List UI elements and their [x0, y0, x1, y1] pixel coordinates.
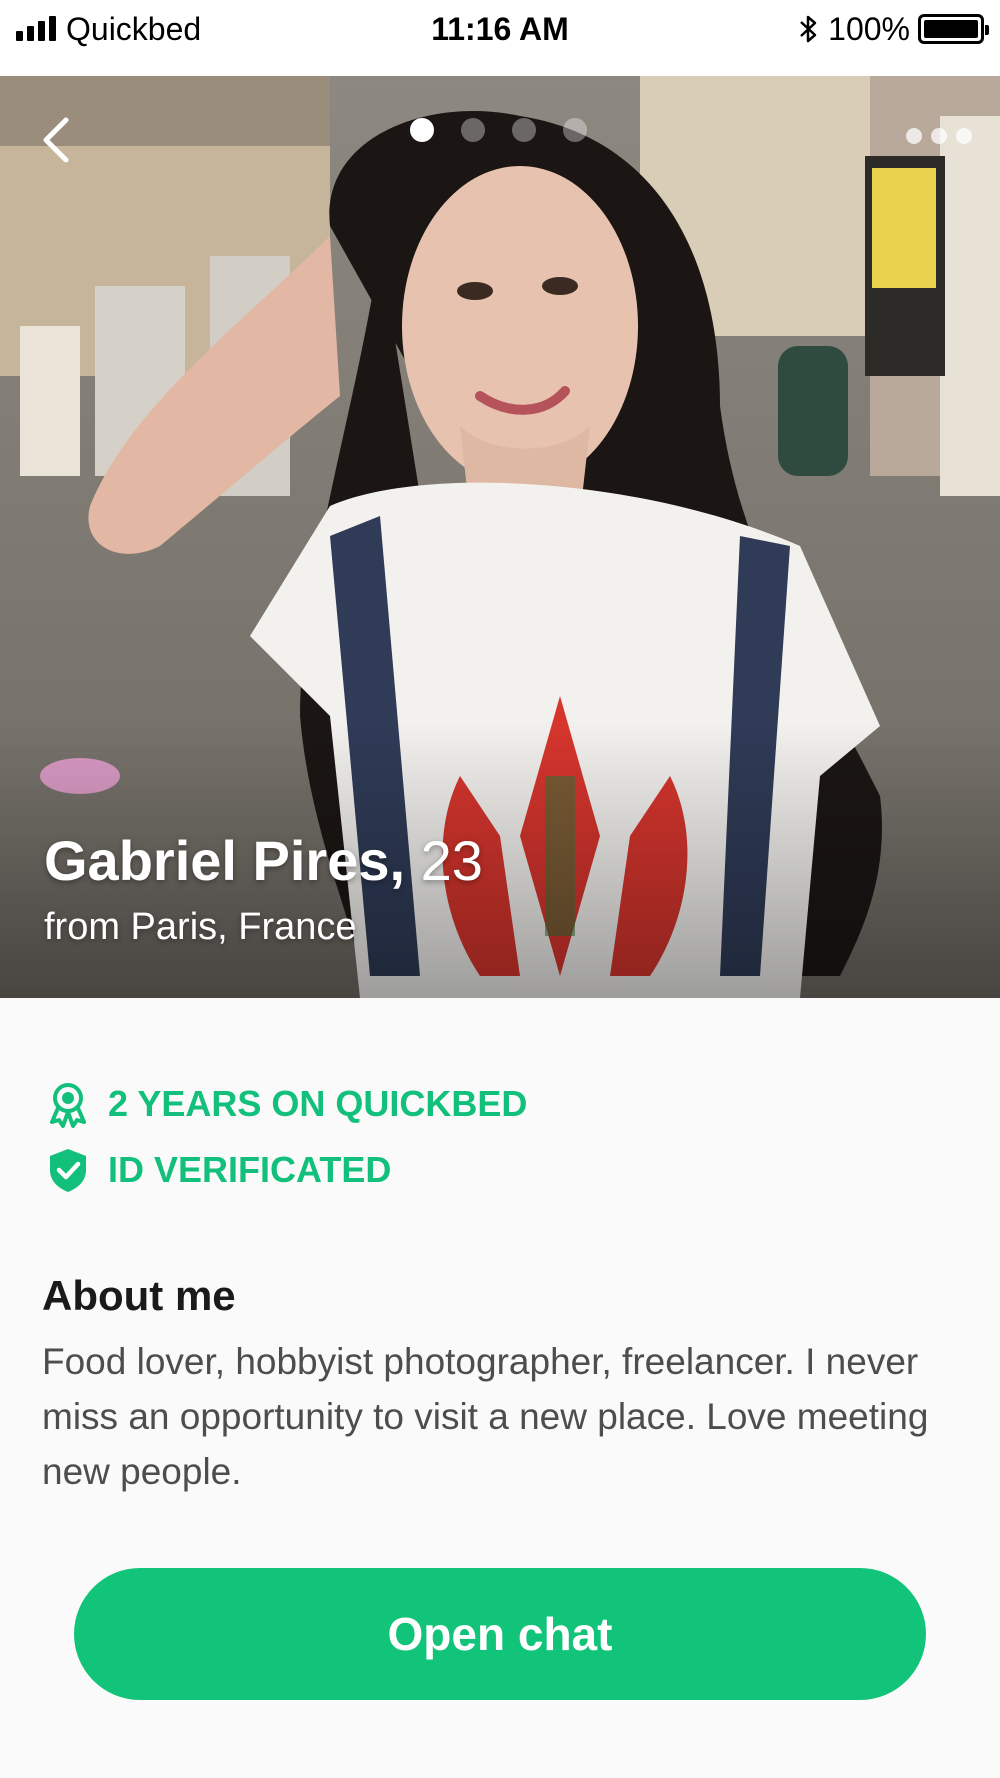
photo-dot[interactable]	[461, 118, 485, 142]
photo-page-indicator	[410, 118, 587, 142]
award-ribbon-icon	[50, 1083, 86, 1128]
photo-dot[interactable]	[512, 118, 536, 142]
badge-verified-label: ID VERIFICATED	[108, 1149, 392, 1190]
about-text: Food lover, hobbyist photographer, freel…	[42, 1341, 929, 1492]
battery-percent: 100%	[828, 10, 910, 47]
badge-verified: ID VERIFICATED	[44, 1146, 391, 1194]
photo-dot-active[interactable]	[410, 118, 434, 142]
profile-name: Gabriel Pires,	[44, 829, 406, 892]
badge-years: 2 YEARS ON QUICKBED	[44, 1080, 527, 1128]
profile-details: 2 YEARS ON QUICKBED ID VERIFICATED About…	[0, 998, 1000, 1778]
bluetooth-icon	[800, 15, 817, 43]
back-chevron-icon[interactable]	[36, 110, 80, 170]
photo-dot[interactable]	[563, 118, 587, 142]
battery-icon	[918, 14, 989, 44]
about-heading: About me	[42, 1272, 236, 1319]
profile-name-age: Gabriel Pires, 23	[44, 828, 483, 893]
profile-photo[interactable]: Gabriel Pires, 23 from Paris, France	[0, 76, 1000, 998]
badge-years-label: 2 YEARS ON QUICKBED	[108, 1083, 528, 1124]
shield-check-icon	[50, 1149, 86, 1192]
status-bar: Quickbed 11:16 AM 100%	[0, 0, 1000, 76]
more-options-icon[interactable]	[906, 128, 972, 144]
profile-location: from Paris, France	[44, 906, 357, 948]
open-chat-button[interactable]: Open chat	[74, 1568, 926, 1700]
status-right: 100%	[798, 8, 989, 50]
profile-age: 23	[420, 829, 483, 892]
